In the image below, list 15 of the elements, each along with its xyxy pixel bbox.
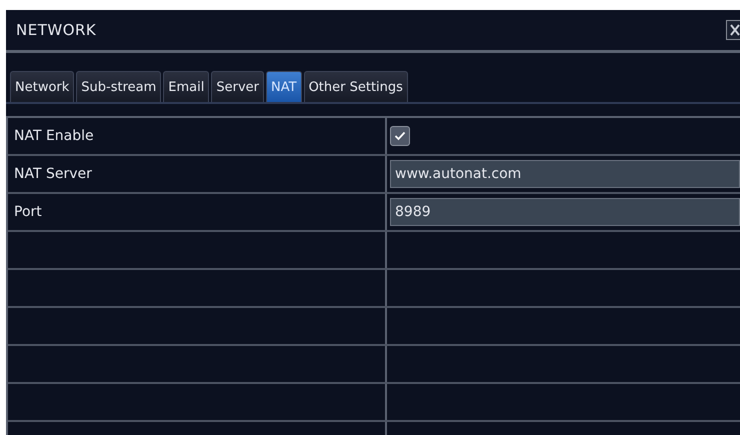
tab[interactable]: Other Settings (304, 71, 408, 102)
tab[interactable]: Server (211, 71, 264, 102)
tab[interactable]: Email (163, 71, 210, 102)
tab[interactable]: Network (10, 71, 74, 102)
close-icon[interactable] (726, 20, 740, 40)
checkmark-icon (394, 131, 406, 141)
setting-label: Port (14, 204, 42, 220)
checkbox[interactable] (390, 126, 410, 146)
input-field[interactable]: 8989 (390, 198, 740, 226)
setting-label: NAT Server (14, 166, 92, 182)
setting-label: NAT Enable (14, 128, 94, 144)
input-field[interactable]: www.autonat.com (390, 160, 740, 188)
tab[interactable]: NAT (266, 71, 302, 102)
window-title: NETWORK (15, 21, 96, 39)
tab[interactable]: Sub-stream (76, 71, 162, 102)
